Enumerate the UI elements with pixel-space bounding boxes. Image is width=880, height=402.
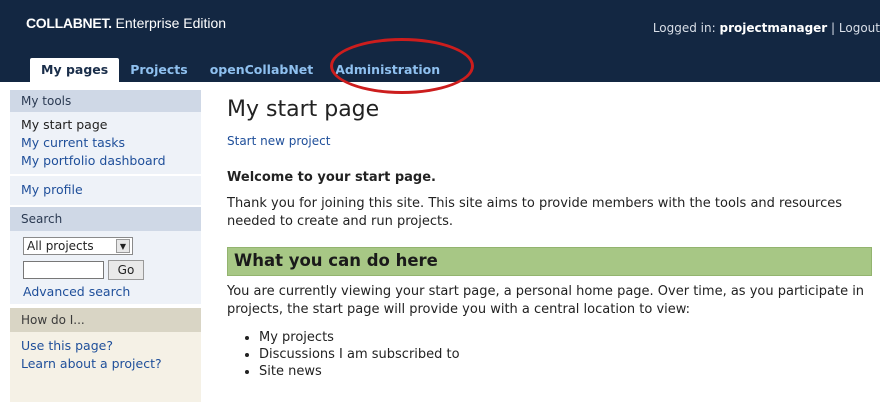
top-header: COLLABNET. Enterprise Edition Logged in:… (0, 0, 880, 82)
dropdown-arrow-icon[interactable]: ▼ (116, 239, 130, 253)
page-title: My start page (227, 97, 380, 122)
go-button[interactable]: Go (108, 260, 144, 280)
feature-list: My projects Discussions I am subscribed … (227, 329, 872, 380)
start-new-project-link[interactable]: Start new project (227, 134, 872, 148)
list-item: My projects (259, 329, 872, 346)
welcome-heading: Welcome to your start page. (227, 170, 436, 185)
sidebar-item-my-current-tasks[interactable]: My current tasks (21, 134, 190, 152)
section-body-text: You are currently viewing your start pag… (227, 284, 865, 317)
search-scope-select[interactable]: All projects ▼ (23, 237, 133, 255)
tab-projects[interactable]: Projects (119, 58, 199, 82)
how-item-learn-project[interactable]: Learn about a project? (21, 355, 190, 373)
search-row: Go (23, 260, 188, 280)
tab-opencollabnet[interactable]: openCollabNet (199, 58, 325, 82)
tab-administration[interactable]: Administration (324, 58, 451, 82)
my-tools-heading: My tools (10, 90, 201, 112)
search-heading: Search (10, 207, 201, 231)
main-nav-tabs: My pages Projects openCollabNet Administ… (30, 55, 451, 82)
how-do-i-list: Use this page? Learn about a project? (10, 332, 201, 402)
login-separator: | (827, 21, 839, 35)
list-item: Site news (259, 363, 872, 380)
my-tools-list: My start page My current tasks My portfo… (10, 112, 201, 174)
search-scope-value: All projects (27, 239, 94, 253)
logout-link[interactable]: Logout (839, 21, 880, 35)
username[interactable]: projectmanager (719, 21, 827, 35)
intro-text: Thank you for joining this site. This si… (227, 196, 843, 229)
how-do-i-heading: How do I... (10, 308, 201, 332)
login-status: Logged in: projectmanager | Logout (653, 21, 880, 35)
how-item-use-page[interactable]: Use this page? (21, 337, 190, 355)
login-label: Logged in: (652, 21, 720, 35)
brand-edition: Enterprise Edition (111, 15, 227, 31)
list-item: Discussions I am subscribed to (259, 346, 872, 363)
section-heading: What you can do here (227, 247, 872, 276)
sidebar-item-my-profile[interactable]: My profile (21, 181, 190, 199)
brand-name: COLLABNET. (26, 15, 112, 31)
sidebar-item-my-start-page[interactable]: My start page (21, 116, 190, 134)
brand-logo[interactable]: COLLABNET. Enterprise Edition (26, 15, 226, 31)
main-content: My start page Start new project Welcome … (227, 96, 872, 380)
search-box: All projects ▼ Go Advanced search (10, 231, 201, 304)
search-input[interactable] (23, 261, 104, 279)
sidebar: My tools My start page My current tasks … (10, 90, 201, 402)
sidebar-item-my-portfolio-dashboard[interactable]: My portfolio dashboard (21, 152, 190, 170)
advanced-search-link[interactable]: Advanced search (23, 284, 188, 299)
tab-my-pages[interactable]: My pages (30, 58, 120, 82)
profile-box: My profile (10, 176, 201, 205)
